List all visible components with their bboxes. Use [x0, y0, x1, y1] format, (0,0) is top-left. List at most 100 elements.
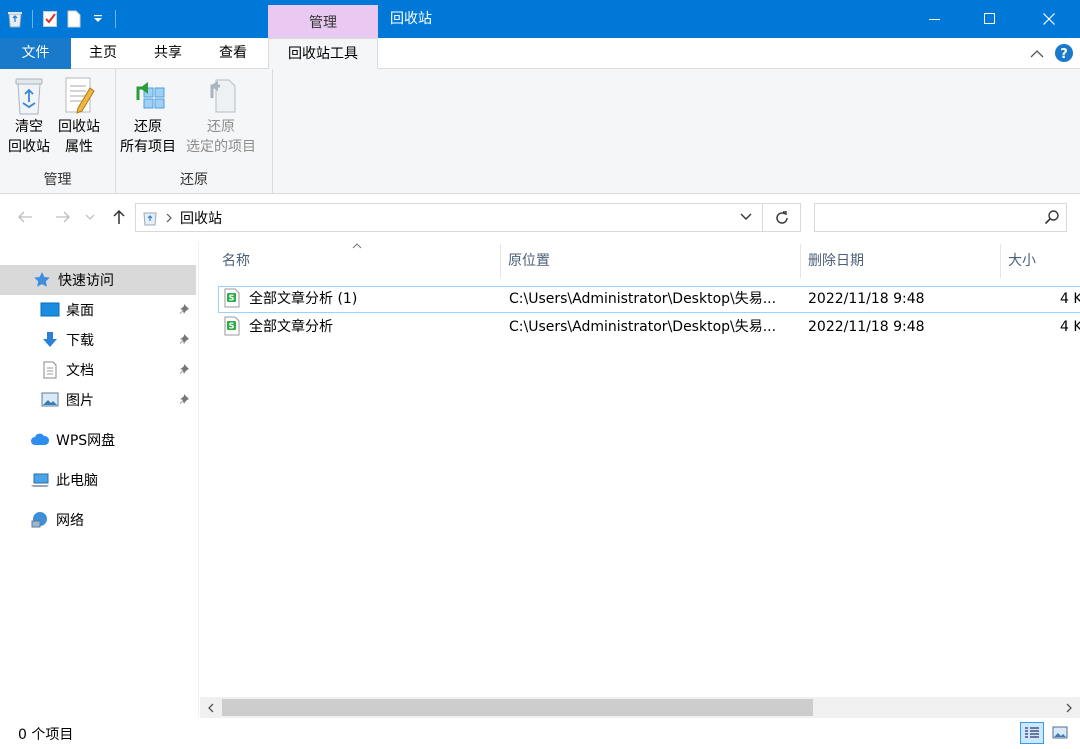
nav-label: 文档: [66, 363, 94, 379]
ribbon-group-manage: 清空 回收站 回收站 属性 管理: [0, 69, 116, 193]
nav-label: 网络: [56, 513, 84, 529]
help-icon[interactable]: ?: [1054, 43, 1074, 67]
chevron-left-icon: [208, 703, 214, 712]
tab-recycle-bin-tools[interactable]: 回收站工具: [268, 38, 378, 70]
address-bar[interactable]: 回收站: [135, 203, 763, 232]
nav-label: 图片: [66, 393, 94, 409]
quick-access-toolbar: [6, 8, 118, 30]
recycle-bin-icon[interactable]: [6, 9, 24, 29]
scrollbar-thumb[interactable]: [222, 699, 813, 716]
toolbar-divider: [32, 10, 33, 28]
cloud-icon: [30, 430, 50, 450]
nav-item-pictures[interactable]: 图片: [0, 385, 196, 415]
pin-icon[interactable]: [178, 393, 190, 409]
star-icon: [32, 270, 52, 290]
context-tab-manage: 管理: [268, 5, 378, 38]
restore-all-label-1: 还原: [134, 119, 162, 135]
tab-file[interactable]: 文件: [0, 38, 71, 69]
nav-item-quick-access[interactable]: 快速访问: [0, 265, 196, 295]
file-name[interactable]: 全部文章分析: [249, 315, 499, 340]
properties-icon[interactable]: [41, 9, 59, 29]
chevron-right-icon[interactable]: [166, 213, 172, 223]
file-size: 4 K: [1060, 319, 1080, 335]
empty-label-1: 清空: [15, 119, 43, 135]
toolbar-divider: [115, 10, 116, 28]
empty-bin-icon: [9, 75, 49, 117]
scroll-right-button[interactable]: [1060, 699, 1078, 716]
tab-share[interactable]: 共享: [143, 38, 193, 69]
close-button[interactable]: [1024, 0, 1074, 38]
navigation-pane: 快速访问 桌面 下载 文档 图片 WPS网盘 此电脑 网络: [0, 242, 199, 717]
details-view-button[interactable]: [1020, 722, 1044, 744]
nav-item-downloads[interactable]: 下载: [0, 325, 196, 355]
nav-label: WPS网盘: [56, 433, 116, 449]
ribbon-tabs: 文件 主页 共享 查看 回收站工具 ?: [0, 38, 1080, 70]
forward-arrow-icon: [56, 211, 70, 223]
refresh-icon: [775, 210, 788, 224]
item-count: 0 个项目: [18, 727, 74, 743]
large-icons-view-button[interactable]: [1048, 722, 1072, 744]
table-row[interactable]: S 全部文章分析 (1) C:\Users\Administrator\Desk…: [218, 286, 1080, 313]
computer-icon: [30, 470, 50, 490]
search-icon[interactable]: [1044, 209, 1060, 229]
tab-home[interactable]: 主页: [78, 38, 128, 69]
download-icon: [40, 330, 60, 350]
search-input[interactable]: [814, 203, 1067, 232]
window-title: 回收站: [390, 11, 432, 27]
large-icons-view-icon: [1052, 726, 1068, 739]
maximize-button[interactable]: [965, 0, 1015, 38]
empty-recycle-bin-button[interactable]: 清空 回收站: [8, 75, 50, 157]
column-header-size[interactable]: 大小: [1000, 242, 1080, 280]
collapse-ribbon-icon[interactable]: [1030, 47, 1044, 63]
empty-label-2: 回收站: [8, 139, 50, 155]
details-view-icon: [1025, 727, 1039, 738]
restore-all-label-2: 所有项目: [120, 139, 176, 155]
close-icon: [1043, 13, 1055, 25]
new-folder-icon[interactable]: [65, 9, 83, 29]
recent-locations-button[interactable]: [83, 206, 97, 228]
pin-icon[interactable]: [178, 303, 190, 319]
restore-all-button[interactable]: 还原 所有项目: [120, 75, 176, 157]
table-row[interactable]: S 全部文章分析 C:\Users\Administrator\Desktop\…: [218, 314, 1080, 341]
chevron-right-icon: [1066, 703, 1072, 712]
restore-all-icon: [128, 75, 168, 117]
file-size: 4 K: [1060, 291, 1080, 307]
nav-item-this-pc[interactable]: 此电脑: [0, 465, 196, 495]
nav-item-wps-cloud[interactable]: WPS网盘: [0, 425, 196, 455]
minimize-button[interactable]: [910, 0, 960, 38]
column-header-date[interactable]: 删除日期: [800, 242, 1000, 280]
pin-icon[interactable]: [178, 333, 190, 349]
scroll-left-button[interactable]: [202, 699, 220, 716]
spreadsheet-file-icon: S: [223, 288, 243, 313]
file-location: C:\Users\Administrator\Desktop\失易...: [509, 319, 777, 335]
chevron-down-icon: [85, 214, 95, 220]
svg-text:?: ?: [1060, 47, 1068, 62]
nav-item-desktop[interactable]: 桌面: [0, 295, 196, 325]
column-header-name[interactable]: 名称: [214, 242, 500, 280]
desktop-icon: [40, 300, 60, 320]
minimize-icon: [929, 19, 940, 20]
file-list: 名称 原位置 删除日期 大小 S 全部文章分析 (1) C:\Users\Adm…: [200, 242, 1080, 697]
pin-icon[interactable]: [178, 363, 190, 379]
restore-selected-button[interactable]: 还原 选定的项目: [186, 75, 256, 157]
nav-item-network[interactable]: 网络: [0, 505, 196, 535]
horizontal-scrollbar[interactable]: [200, 697, 1080, 718]
address-path[interactable]: 回收站: [180, 208, 222, 228]
title-bar: 管理 回收站: [0, 0, 1080, 38]
nav-label: 下载: [66, 333, 94, 349]
refresh-button[interactable]: [763, 203, 801, 232]
nav-item-documents[interactable]: 文档: [0, 355, 196, 385]
forward-button[interactable]: [52, 206, 74, 228]
up-button[interactable]: [108, 206, 130, 228]
tab-view[interactable]: 查看: [208, 38, 258, 69]
back-button[interactable]: [14, 206, 36, 228]
document-icon: [40, 360, 60, 380]
address-dropdown-icon[interactable]: [740, 213, 752, 221]
recycle-bin-properties-button[interactable]: 回收站 属性: [58, 75, 100, 157]
column-header-location[interactable]: 原位置: [500, 242, 800, 280]
group-label-manage: 管理: [43, 172, 72, 188]
file-name[interactable]: 全部文章分析 (1): [249, 287, 499, 312]
customize-toolbar-icon[interactable]: [89, 9, 107, 29]
status-bar: 0 个项目: [0, 718, 1080, 749]
ribbon: 清空 回收站 回收站 属性 管理 还原 所有项目 还原 选定的项目 还原: [0, 69, 1080, 194]
